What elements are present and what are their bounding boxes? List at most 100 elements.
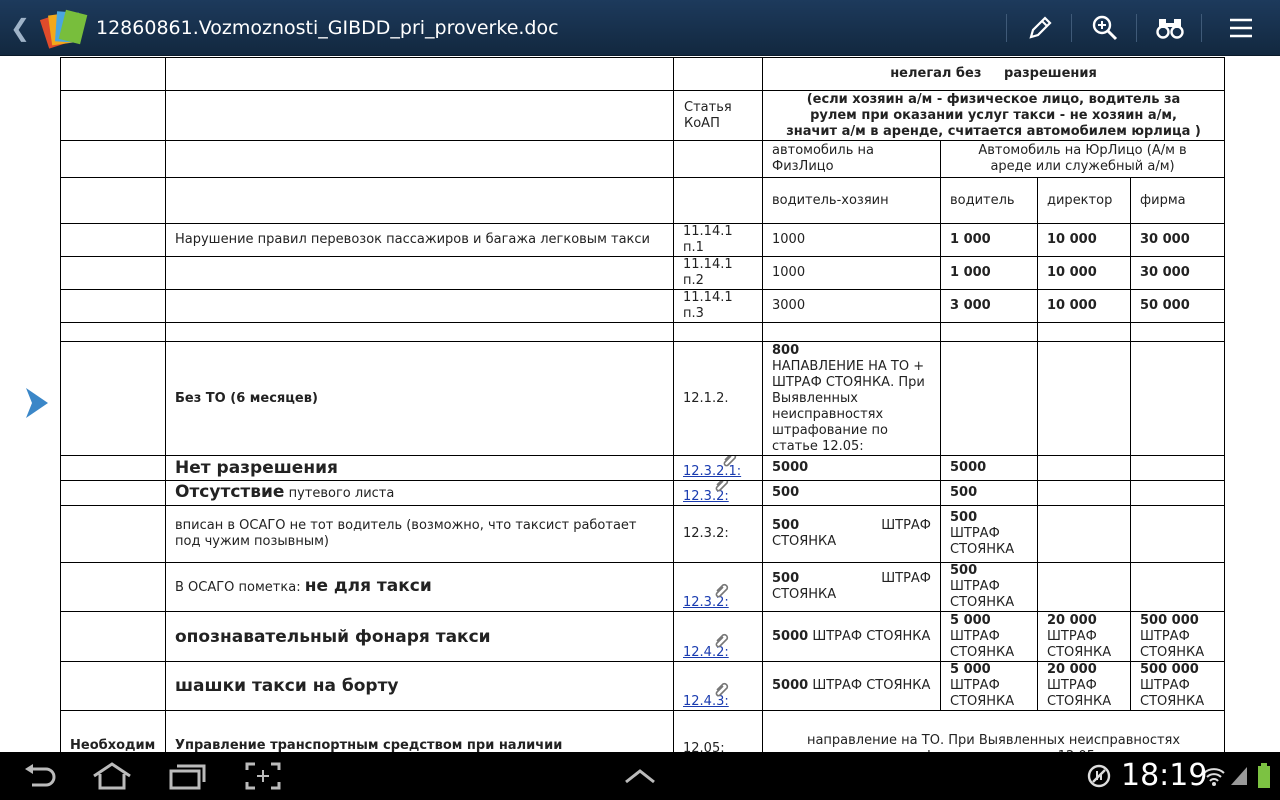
table-cell (165, 90, 674, 141)
table-cell: вписан в ОСАГО не тот водитель (возможно… (165, 505, 674, 563)
fine-note: ШТРАФ СТОЯНКА (950, 628, 1015, 660)
table-cell: 10 000 (1037, 289, 1131, 323)
table-cell: 1000 (762, 256, 941, 290)
table-cell: водитель (940, 177, 1038, 224)
table-cell: 500 (940, 480, 1038, 506)
notifications-button[interactable] (622, 760, 658, 792)
table-cell (1129, 562, 1226, 612)
table-cell (1129, 505, 1226, 563)
table-cell: 5000 (762, 455, 941, 481)
table-cell (60, 90, 166, 141)
table-cell: направление на ТО. При Выявленных неиспр… (761, 710, 1226, 752)
edit-button[interactable] (1007, 0, 1073, 56)
table-cell (762, 322, 941, 342)
table-cell: 12.1.2. (673, 341, 763, 456)
recent-apps-button[interactable] (168, 760, 208, 792)
table-cell: 11.14.1 п.1 (673, 223, 763, 257)
table-cell: 1000 (762, 223, 941, 257)
chevron-left-icon[interactable]: ❮ (10, 14, 30, 42)
table-cell: 50 000 (1129, 289, 1226, 323)
table-cell (60, 289, 166, 323)
table-row: Без ТО (6 месяцев) 12.1.2. 800 НАПАВЛЕНИЕ… (60, 341, 1226, 456)
pencil-icon (1029, 16, 1052, 39)
fine-amount: 20 000 (1047, 662, 1097, 678)
home-button[interactable] (90, 760, 134, 792)
table-cell: 5000 ШТРАФ СТОЯНКА (762, 611, 941, 662)
fine-note: ШТРАФ СТОЯНКА (950, 579, 1015, 610)
paperclip-icon (715, 682, 729, 697)
app-logo-icon[interactable] (38, 6, 90, 50)
table-cell: опознавательный фонаря такси (165, 611, 674, 662)
table-cell: автомобиль на ФизЛицо (762, 140, 941, 178)
fine-amount: 500 (772, 571, 800, 586)
article-link[interactable]: 12.3.2: (683, 481, 729, 504)
table-cell: 500 ШТРАФ СТОЯНКА (762, 562, 941, 612)
home-icon (93, 762, 131, 790)
screenshot-button[interactable] (244, 760, 282, 792)
label-strong: Отсутствие (175, 482, 285, 502)
article-link[interactable]: 12.4.2: (683, 633, 729, 660)
next-page-arrow-icon[interactable] (22, 385, 52, 421)
document-title: 12860861.Vozmoznosti_GIBDD_pri_proverke.… (96, 17, 559, 39)
table-row: 11.14.1 п.3 3000 3 000 10 000 50 000 (60, 289, 1226, 323)
table-cell: Отсутствие путевого листа (165, 480, 674, 506)
table-cell: 30 000 (1129, 223, 1226, 257)
document-view[interactable]: нелегал без разрешения Статья КоАП (если… (0, 57, 1280, 752)
table-cell: 5000 ШТРАФ СТОЯНКА (762, 661, 941, 711)
table-cell (165, 256, 674, 290)
table-row: Необходим договор с СТО Управление транс… (60, 710, 1226, 752)
status-icon (1254, 760, 1274, 792)
article-header: Статья КоАП (673, 90, 763, 141)
table-cell: Нарушение правил перевозок пассажиров и … (165, 223, 674, 257)
fine-amount: 500 (772, 518, 800, 533)
article-link[interactable]: 12.3.2: (683, 583, 729, 610)
table-cell (165, 140, 674, 178)
fine-note: ШТРАФ СТОЯНКА (812, 678, 931, 693)
table-cell (60, 505, 166, 563)
table-cell: 3000 (762, 289, 941, 323)
find-button[interactable] (1137, 0, 1203, 56)
fine-amount: 5 000 (950, 662, 991, 678)
table-row: В ОСАГО пометка: не для такси 12.3.2: 50… (60, 562, 1226, 612)
fine-note: ШТРАФ СТОЯНКА (1140, 628, 1205, 660)
table-cell: 12.4.2: (673, 611, 763, 662)
table-cell (1037, 562, 1131, 612)
table-cell (1037, 455, 1131, 481)
table-cell (165, 322, 674, 342)
fine-note: ШТРАФ СТОЯНКА (950, 526, 1015, 557)
back-button[interactable] (20, 760, 60, 792)
table-cell (60, 140, 166, 178)
table-cell: 20 000 ШТРАФ СТОЯНКА (1037, 611, 1131, 662)
fine-amount: 500 (950, 510, 978, 525)
table-row: 11.14.1 п.2 1000 1 000 10 000 30 000 (60, 256, 1226, 290)
zoom-button[interactable] (1072, 0, 1138, 56)
penalty-table: нелегал без разрешения Статья КоАП (если… (60, 57, 1226, 752)
table-cell (1129, 341, 1226, 456)
table-cell: шашки такси на борту (165, 661, 674, 711)
article-link[interactable]: 12.4.3: (683, 682, 729, 709)
fine-amount: 500 (950, 563, 978, 579)
fine-note: СТОЯНКА (772, 587, 837, 602)
table-row: Нет разрешения 12.3.2.1: 5000 5000 (60, 455, 1226, 481)
status-icon (1084, 760, 1114, 792)
table-cell: 800 НАПАВЛЕНИЕ НА ТО + ШТРАФ СТОЯНКА. При… (762, 341, 941, 456)
status-icon (1228, 760, 1250, 792)
label-strong: не для такси (304, 576, 432, 596)
table-cell (673, 57, 763, 91)
article-link[interactable]: 12.3.2.1: (683, 456, 741, 479)
table-cell (60, 480, 166, 506)
table-row: Отсутствие путевого листа 12.3.2: 500 50… (60, 480, 1226, 506)
table-cell (60, 223, 166, 257)
table-cell: В ОСАГО пометка: не для такси (165, 562, 674, 612)
battery-icon (1258, 763, 1270, 788)
table-cell (673, 322, 763, 342)
table-cell (1129, 322, 1226, 342)
table-cell (165, 289, 674, 323)
fine-note: ШТРАФ (881, 571, 931, 586)
table-cell (940, 341, 1038, 456)
zoom-in-icon (1092, 15, 1118, 41)
system-navigation-bar (0, 752, 1280, 800)
paperclip-icon (715, 583, 729, 598)
fine-amount: 800 (772, 342, 800, 358)
menu-button[interactable] (1208, 0, 1274, 56)
